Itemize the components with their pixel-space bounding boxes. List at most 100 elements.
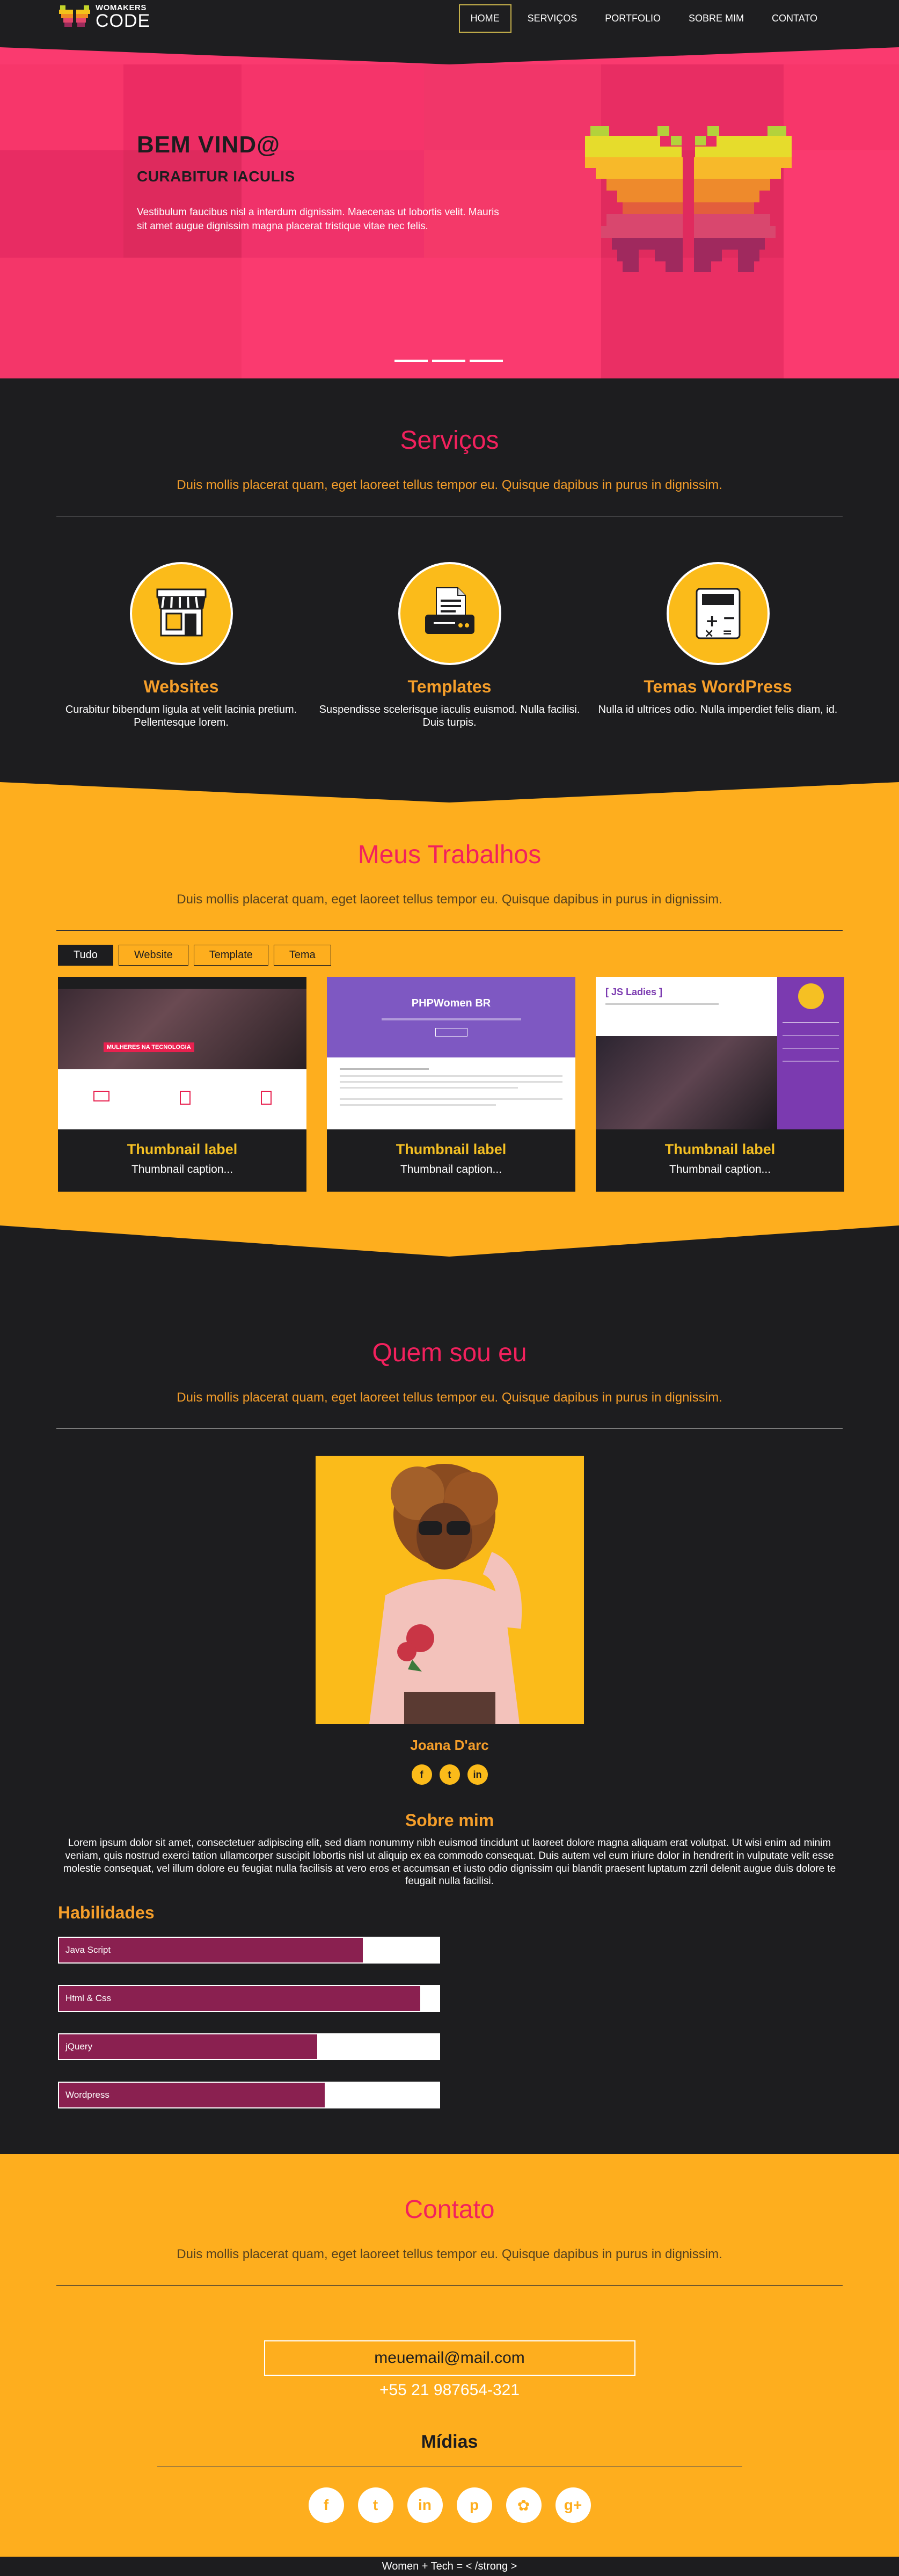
hero-description: Vestibulum faucibus nisl a interdum dign…: [137, 207, 499, 232]
about-me-text: Lorem ipsum dolor sit amet, consectetuer…: [63, 1837, 836, 1887]
portfolio-filters: Tudo Website Template Tema: [58, 945, 331, 966]
service-title: Temas WordPress: [644, 677, 792, 696]
portfolio-subtitle: Duis mollis placerat quam, eget laoreet …: [177, 892, 722, 907]
nav-home[interactable]: HOME: [458, 4, 511, 33]
linkedin-icon[interactable]: in: [407, 2487, 443, 2523]
pinterest-icon[interactable]: p: [456, 2487, 492, 2523]
portfolio-top-notch: [0, 776, 899, 802]
calculator-icon: + − × =: [666, 562, 770, 665]
hero-title: BEM VIND@: [137, 132, 281, 158]
google-plus-icon[interactable]: g+: [555, 2487, 591, 2523]
divider: [56, 2285, 843, 2286]
nav-servicos[interactable]: SERVIÇOS: [516, 4, 589, 33]
thumbnail-overlay-text: PHPWomen BR: [411, 997, 491, 1009]
brand-bottom: CODE: [96, 10, 151, 31]
svg-text:×: ×: [704, 627, 714, 640]
butterfly-logo-icon: [59, 5, 90, 27]
hero-subtitle: CURABITUR IACULIS: [137, 168, 295, 185]
divider: [56, 1428, 843, 1429]
midias-title: Mídias: [421, 2432, 478, 2452]
nav-portfolio[interactable]: PORTFOLIO: [593, 4, 673, 33]
services-subtitle: Duis mollis placerat quam, eget laoreet …: [177, 478, 722, 492]
service-desc: Curabitur bibendum ligula at velit lacin…: [65, 704, 297, 728]
skill-bar: jQuery: [58, 2033, 440, 2060]
thumbnail-image: PHPWomen BR: [327, 977, 575, 1129]
facebook-icon[interactable]: f: [308, 2487, 344, 2523]
svg-text:=: =: [722, 626, 732, 639]
printer-icon: [398, 562, 501, 665]
skills-panel: Habilidades Java Script Html & Css jQuer…: [58, 1903, 899, 2108]
carousel-dot[interactable]: [394, 360, 428, 362]
brand-logo[interactable]: WOMAKERS CODE: [59, 3, 150, 30]
service-desc: Suspendisse scelerisque iaculis euismod.…: [319, 704, 580, 728]
portfolio-thumbnail[interactable]: PHPWomen BR Thumbnail label Thumbnail ca…: [327, 977, 575, 1192]
portfolio-thumbnail[interactable]: [ JS Ladies ] Thumbnail label Thumbnail …: [596, 977, 844, 1192]
skill-bar: Wordpress: [58, 2082, 440, 2108]
social-media-links: f t in p ✿ g+: [0, 2487, 899, 2523]
thumbnail-caption: Thumbnail caption...: [669, 1163, 771, 1176]
linkedin-icon[interactable]: in: [467, 1764, 488, 1785]
twitter-icon[interactable]: t: [439, 1764, 460, 1785]
carousel-dot[interactable]: [470, 360, 503, 362]
navbar: WOMAKERS CODE HOME SERVIÇOS PORTFOLIO SO…: [0, 0, 899, 43]
filter-tema[interactable]: Tema: [273, 945, 331, 966]
carousel-dot[interactable]: [432, 360, 465, 362]
skill-fill: Html & Css: [59, 1986, 421, 2011]
about-section: Quem sou eu Duis mollis placerat quam, e…: [0, 1263, 899, 2154]
phone-number: +55 21 987654-321: [379, 2381, 520, 2399]
skill-bar: Java Script: [58, 1937, 440, 1964]
service-desc: Nulla id ultrices odio. Nulla imperdiet …: [598, 704, 838, 716]
skill-bar: Html & Css: [58, 1985, 440, 2012]
svg-text:−: −: [722, 609, 736, 627]
dribbble-icon[interactable]: ✿: [506, 2487, 542, 2523]
hero-text: BEM VIND@ CURABITUR IACULIS Vestibulum f…: [137, 132, 502, 233]
services-title: Serviços: [400, 426, 499, 455]
thumbnail-image: MULHERES NA TECNOLOGIA: [58, 977, 306, 1129]
skill-fill: Wordpress: [59, 2082, 325, 2108]
about-me-title: Sobre mim: [405, 1811, 494, 1830]
skill-fill: Java Script: [59, 1937, 363, 1963]
skills-title: Habilidades: [58, 1903, 155, 1922]
profile-socials: f t in: [0, 1764, 899, 1785]
portfolio-section: Meus Trabalhos Duis mollis placerat quam…: [0, 776, 899, 1263]
main-nav: HOME SERVIÇOS PORTFOLIO SOBRE MIM CONTAT…: [458, 4, 829, 33]
portfolio-title: Meus Trabalhos: [357, 841, 542, 869]
service-templates: Templates Suspendisse scelerisque iaculi…: [316, 562, 584, 729]
pixel-butterfly-icon: [585, 126, 792, 272]
thumbnail-caption: Thumbnail caption...: [400, 1163, 502, 1176]
service-wordpress: + − × = Temas WordPress Nulla id ultrice…: [584, 562, 852, 729]
services-section: Serviços Duis mollis placerat quam, eget…: [0, 378, 899, 776]
thumbnail-image: [ JS Ladies ]: [596, 977, 844, 1129]
filter-template[interactable]: Template: [193, 945, 268, 966]
portfolio-thumbnail[interactable]: MULHERES NA TECNOLOGIA Thumbnail label T…: [58, 977, 306, 1192]
midias-divider: [157, 2466, 742, 2467]
nav-sobre-mim[interactable]: SOBRE MIM: [677, 4, 756, 33]
thumbnail-overlay-text: MULHERES NA TECNOLOGIA: [104, 1042, 194, 1052]
filter-tudo[interactable]: Tudo: [58, 945, 113, 966]
nav-contato[interactable]: CONTATO: [760, 4, 829, 33]
service-websites: Websites Curabitur bibendum ligula at ve…: [47, 562, 316, 729]
service-title: Templates: [407, 677, 492, 696]
contact-title: Contato: [404, 2195, 495, 2224]
email-box[interactable]: meuemail@mail.com: [264, 2340, 635, 2376]
contact-section: Contato Duis mollis placerat quam, eget …: [0, 2154, 899, 2557]
thumbnail-label: Thumbnail label: [396, 1141, 507, 1157]
filter-website[interactable]: Website: [118, 945, 188, 966]
carousel-indicators: [394, 360, 503, 362]
twitter-icon[interactable]: t: [357, 2487, 393, 2523]
divider: [56, 930, 843, 931]
person-name: Joana D'arc: [410, 1737, 489, 1753]
portfolio-bottom-notch: [0, 1225, 899, 1263]
skill-fill: jQuery: [59, 2034, 318, 2060]
services-list: Websites Curabitur bibendum ligula at ve…: [0, 562, 899, 729]
thumbnail-caption: Thumbnail caption...: [131, 1163, 233, 1176]
about-title: Quem sou eu: [372, 1339, 527, 1367]
hero-carousel: BEM VIND@ CURABITUR IACULIS Vestibulum f…: [0, 43, 899, 378]
portfolio-grid: MULHERES NA TECNOLOGIA Thumbnail label T…: [58, 977, 844, 1192]
contact-subtitle: Duis mollis placerat quam, eget laoreet …: [177, 2247, 722, 2261]
thumbnail-label: Thumbnail label: [664, 1141, 776, 1157]
facebook-icon[interactable]: f: [411, 1764, 432, 1785]
store-icon: [129, 562, 233, 665]
about-subtitle: Duis mollis placerat quam, eget laoreet …: [177, 1390, 722, 1405]
thumbnail-label: Thumbnail label: [127, 1141, 238, 1157]
